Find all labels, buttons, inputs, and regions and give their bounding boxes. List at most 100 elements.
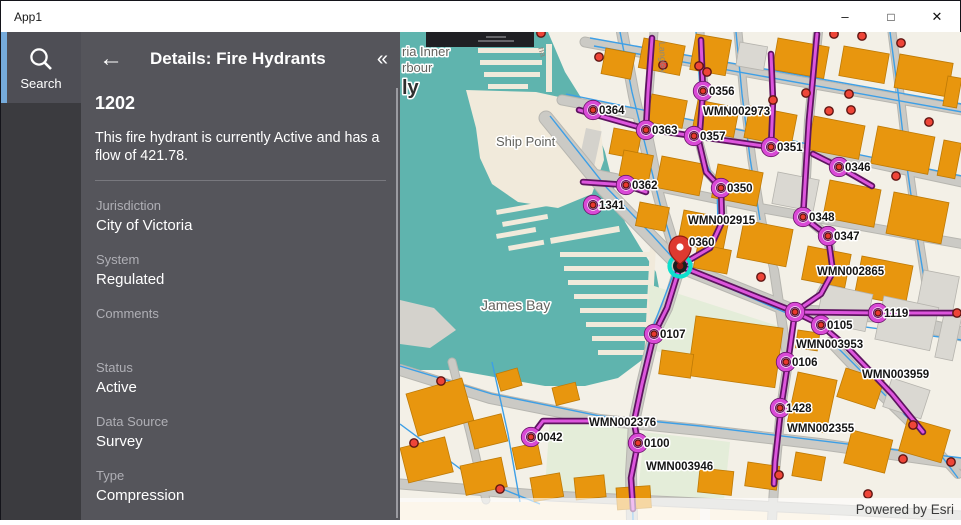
hydrant-point[interactable] <box>537 32 545 37</box>
hydrant-point[interactable] <box>864 490 872 498</box>
pier <box>484 72 540 77</box>
hydrant-point[interactable] <box>695 62 703 70</box>
field-label: Type <box>96 468 386 483</box>
minimize-button[interactable]: – <box>822 1 868 32</box>
hydrant-label-0364: 0364 <box>599 105 625 117</box>
hydrant-point[interactable] <box>769 96 777 104</box>
main-label: WMN003946 <box>646 461 713 473</box>
marker-center <box>623 182 629 188</box>
marker-center <box>691 133 697 139</box>
marker-center <box>528 434 534 440</box>
marker-center <box>768 144 774 150</box>
hydrant-point[interactable] <box>703 68 711 76</box>
hydrant-point[interactable] <box>847 106 855 114</box>
collapse-panel-icon[interactable]: « <box>377 49 388 69</box>
place-label: rbour <box>402 60 433 75</box>
marker-center <box>635 440 641 446</box>
hydrant-point[interactable] <box>858 32 866 40</box>
field-jurisdiction: JurisdictionCity of Victoria <box>96 198 386 235</box>
hydrant-point[interactable] <box>892 172 900 180</box>
field-status: StatusActive <box>96 360 386 397</box>
place-label: James Bay <box>481 297 550 313</box>
hydrant-point[interactable] <box>437 377 445 385</box>
marker-center <box>875 310 881 316</box>
hydrant-point[interactable] <box>410 439 418 447</box>
street-label: Langley <box>657 42 669 75</box>
hydrant-point[interactable] <box>775 471 783 479</box>
hydrant-label-1428: 1428 <box>786 403 812 415</box>
place-label: ly <box>402 77 420 99</box>
hydrant-point[interactable] <box>825 107 833 115</box>
maximize-button[interactable]: □ <box>868 1 914 32</box>
field-value <box>96 325 386 343</box>
marina-dock <box>564 266 650 271</box>
hydrant-point[interactable] <box>595 53 603 61</box>
hydrant-label-1341: 1341 <box>599 200 625 212</box>
selected-hydrant-0360[interactable] <box>669 236 691 277</box>
attribution-text: Powered by Esri <box>856 502 954 517</box>
field-value: Compression <box>96 487 386 505</box>
marker-center <box>590 202 596 208</box>
pin-hole <box>676 243 683 250</box>
marker-center <box>777 405 783 411</box>
field-label: Jurisdiction <box>96 198 386 213</box>
marker-center <box>718 185 724 191</box>
marina-dock <box>560 252 650 257</box>
hydrant-label-0348: 0348 <box>809 212 835 224</box>
map-canvas[interactable]: 0364035603630357035103460362035013410348… <box>400 32 961 520</box>
hydrant-point[interactable] <box>897 39 905 47</box>
app-title: App1 <box>1 10 42 24</box>
field-label: Data Source <box>96 414 386 429</box>
close-button[interactable]: ✕ <box>914 1 960 32</box>
hydrant-label-0360: 0360 <box>689 237 715 249</box>
hydrant-label-1119: 1119 <box>884 308 908 320</box>
main-label: WMN003953 <box>796 339 863 351</box>
hydrant-point[interactable] <box>899 455 907 463</box>
building <box>530 473 564 502</box>
marker-center <box>818 322 824 328</box>
marker-center <box>792 309 798 315</box>
field-type: Type Compression <box>96 468 386 505</box>
main-label: WMN002376 <box>589 417 656 429</box>
hydrant-point[interactable] <box>947 458 955 466</box>
hydrant-point[interactable] <box>757 273 765 281</box>
hydrant-point[interactable] <box>802 89 810 97</box>
hydrant-point[interactable] <box>953 309 961 317</box>
hydrant-point[interactable] <box>496 485 504 493</box>
hydrant-label-0357: 0357 <box>700 131 726 143</box>
hydrant-label-0106: 0106 <box>792 357 818 369</box>
window-controls: – □ ✕ <box>822 1 960 32</box>
place-label: Ship Point <box>496 134 556 149</box>
marina-dock <box>580 308 650 313</box>
hydrant-label-0100: 0100 <box>644 438 670 450</box>
hydrant-label-0350: 0350 <box>727 183 753 195</box>
hydrant-point[interactable] <box>925 118 933 126</box>
back-arrow-icon[interactable]: ← <box>99 48 123 70</box>
app-window: App1 – □ ✕ Search ← Details: Fire Hydran… <box>0 0 961 520</box>
map-container: 0364035603630357035103460362035013410348… <box>400 32 961 520</box>
feature-id-heading: 1202 <box>95 93 386 114</box>
marina-dock <box>568 280 650 285</box>
marker-center <box>783 359 789 365</box>
marker-center <box>825 233 831 239</box>
panel-header: ← Details: Fire Hydrants « <box>81 32 400 74</box>
hydrant-point[interactable] <box>845 90 853 98</box>
details-panel: ← Details: Fire Hydrants « 1202 This fir… <box>81 32 400 520</box>
main-label: WMN002973 <box>703 106 770 118</box>
pier <box>488 84 528 89</box>
hydrant-label-0346: 0346 <box>845 162 871 174</box>
hydrant-label-0347: 0347 <box>834 231 860 243</box>
search-icon <box>27 45 55 73</box>
junction-marker[interactable] <box>786 303 805 322</box>
sidebar-item-search[interactable]: Search <box>1 32 81 103</box>
map-overlay-handle[interactable] <box>426 32 534 47</box>
panel-scrollbar[interactable] <box>396 88 398 518</box>
hydrant-point[interactable] <box>909 421 917 429</box>
building <box>574 475 606 500</box>
marker-center <box>836 164 842 170</box>
marker-center <box>590 107 596 113</box>
building <box>736 42 768 70</box>
hydrant-label-0105: 0105 <box>827 320 853 332</box>
hydrant-point[interactable] <box>830 32 838 38</box>
building <box>792 452 826 481</box>
